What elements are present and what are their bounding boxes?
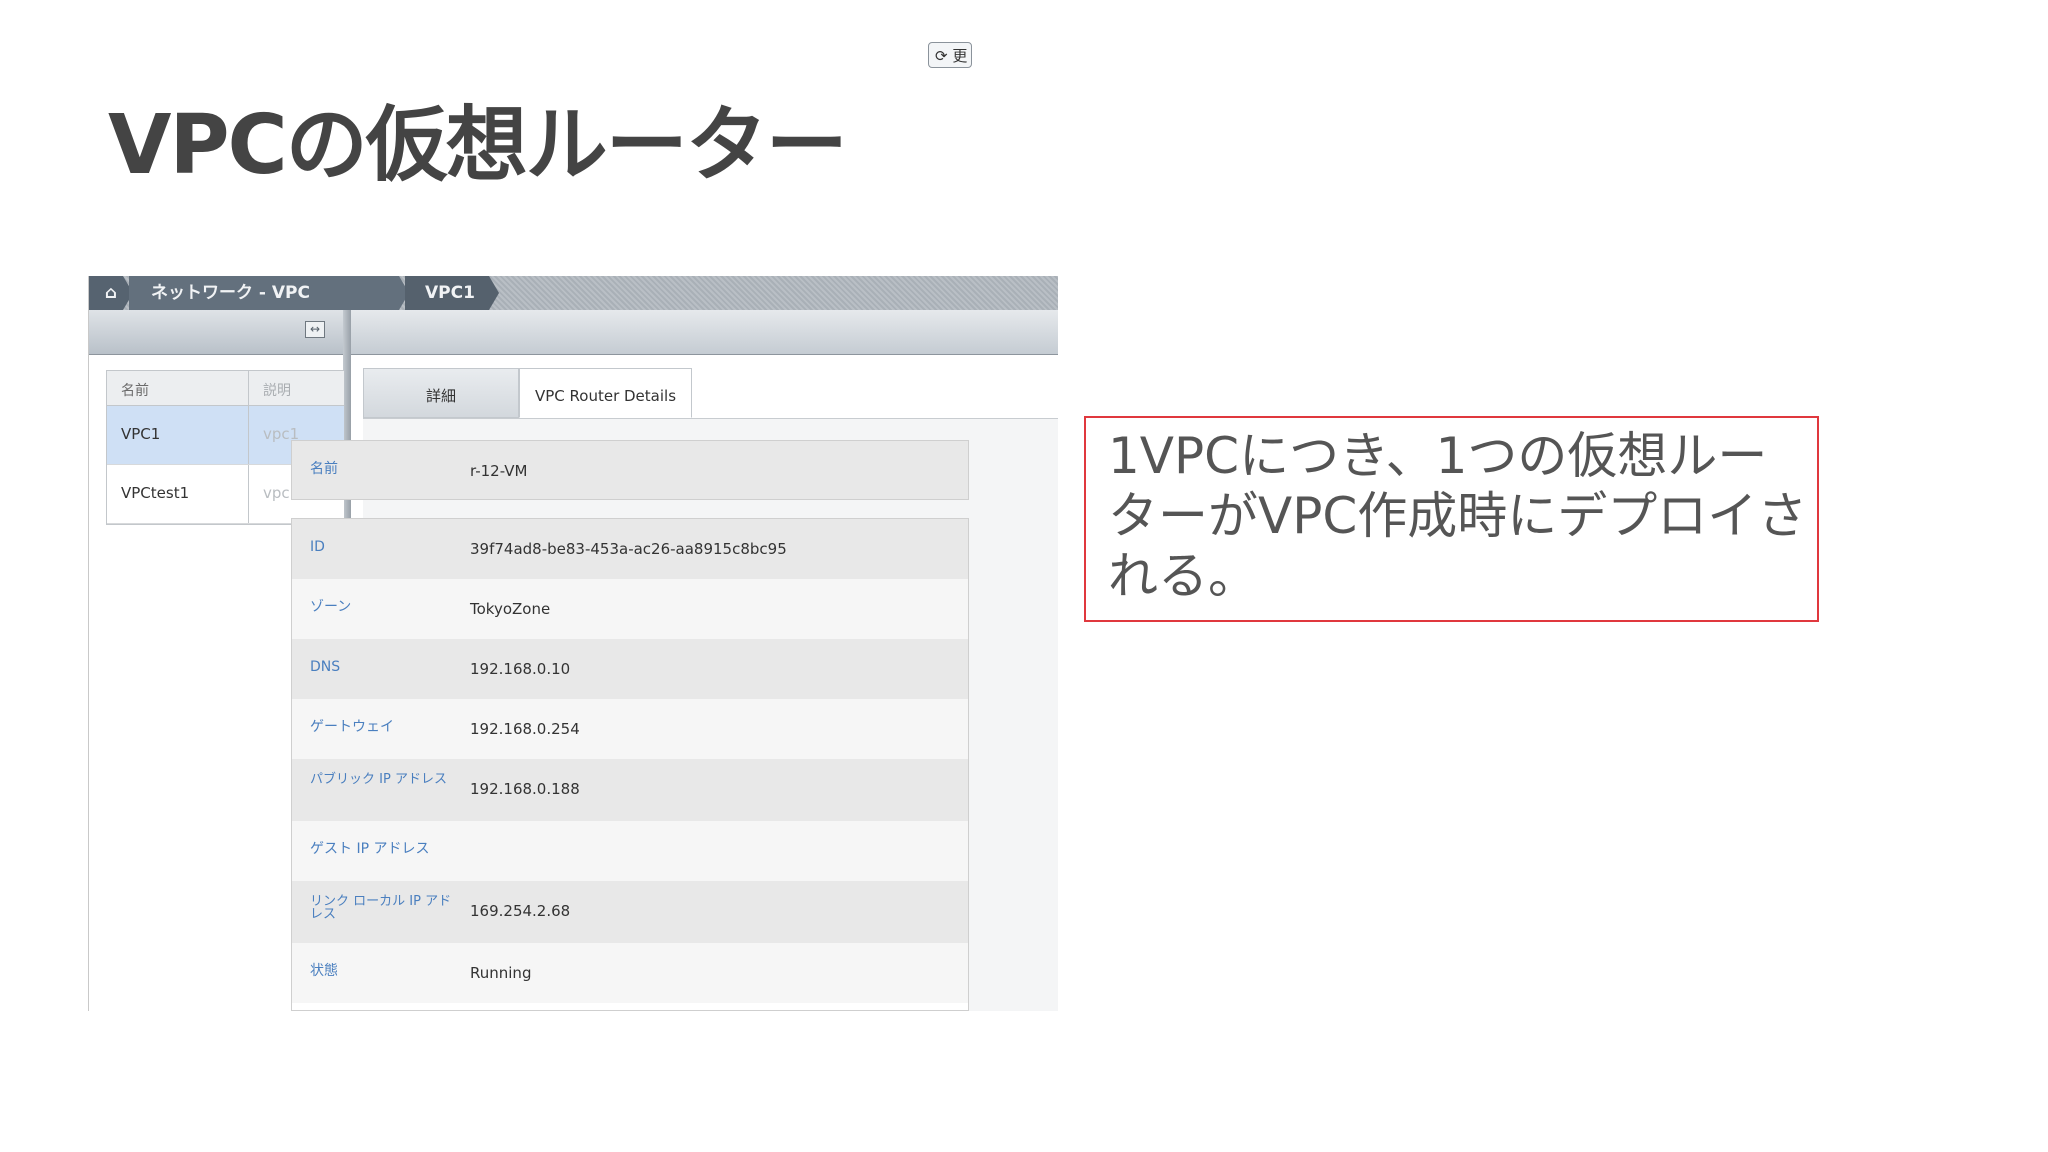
detail-row-state: 状態 Running: [292, 943, 968, 1003]
slide-title: VPCの仮想ルーター: [108, 98, 848, 193]
router-name-row: 名前 r-12-VM: [291, 440, 969, 500]
list-item-name: VPC1: [121, 425, 161, 443]
detail-row-dns: DNS 192.168.0.10: [292, 639, 968, 699]
tab-vpc-router-details[interactable]: VPC Router Details: [519, 368, 692, 418]
breadcrumb: ⌂ ネットワーク - VPC VPC1: [89, 276, 1058, 311]
tab-details[interactable]: 詳細: [363, 368, 519, 418]
field-label: ゾーン: [310, 599, 352, 615]
vpc-screenshot: ⌂ ネットワーク - VPC VPC1 ↔ 名前 説明 VPC1 vpc1 VP…: [88, 276, 1058, 1011]
field-value: r-12-VM: [470, 462, 528, 480]
field-label: リンク ローカル IP アドレス: [310, 894, 452, 922]
field-value: Running: [470, 964, 532, 982]
router-detail-table: ID 39f74ad8-be83-453a-ac26-aa8915c8bc95 …: [291, 518, 969, 1011]
detail-row-gateway: ゲートウェイ 192.168.0.254: [292, 699, 968, 759]
refresh-button[interactable]: ⟳ 更: [928, 42, 972, 68]
home-icon[interactable]: ⌂: [89, 276, 133, 310]
field-value: TokyoZone: [470, 600, 551, 618]
refresh-label: 更: [952, 47, 968, 65]
detail-row-id: ID 39f74ad8-be83-453a-ac26-aa8915c8bc95: [292, 519, 968, 579]
refresh-icon: ⟳: [935, 47, 948, 65]
field-value: 192.168.0.10: [470, 660, 571, 678]
field-value: 39f74ad8-be83-453a-ac26-aa8915c8bc95: [470, 540, 787, 558]
column-header-description[interactable]: 説明: [263, 380, 291, 400]
list-item-description: vpc: [263, 484, 290, 502]
callout-box: 1VPCにつき、1つの仮想ルーターがVPC作成時にデプロイされる。: [1084, 416, 1819, 622]
collapse-panel-icon[interactable]: ↔: [305, 321, 325, 338]
field-label: パブリック IP アドレス: [310, 772, 447, 787]
field-label: DNS: [310, 659, 341, 675]
field-label: 名前: [310, 461, 338, 477]
detail-row-zone: ゾーン TokyoZone: [292, 579, 968, 639]
detail-row-guest-ip: ゲスト IP アドレス: [292, 821, 968, 881]
detail-tabs: 詳細 VPC Router Details: [363, 368, 1058, 419]
field-value: 169.254.2.68: [470, 902, 571, 920]
detail-row-link-local-ip: リンク ローカル IP アドレス 169.254.2.68: [292, 881, 968, 943]
detail-toolbar: [351, 310, 1058, 355]
field-label: 状態: [310, 963, 338, 979]
field-label: ゲスト IP アドレス: [310, 841, 430, 857]
detail-row-public-ip: パブリック IP アドレス 192.168.0.188: [292, 759, 968, 821]
field-value: 192.168.0.188: [470, 780, 580, 798]
list-toolbar: ↔: [89, 310, 343, 355]
breadcrumb-current[interactable]: VPC1: [405, 276, 499, 310]
list-header: 名前 説明: [107, 371, 344, 406]
list-item-name: VPCtest1: [121, 484, 190, 502]
field-value: 192.168.0.254: [470, 720, 580, 738]
field-label: ID: [310, 539, 325, 555]
callout-text: 1VPCにつき、1つの仮想ルーターがVPC作成時にデプロイされる。: [1108, 427, 1808, 605]
field-label: ゲートウェイ: [310, 719, 394, 735]
column-header-name[interactable]: 名前: [121, 380, 149, 400]
breadcrumb-network-vpc[interactable]: ネットワーク - VPC: [129, 276, 409, 310]
